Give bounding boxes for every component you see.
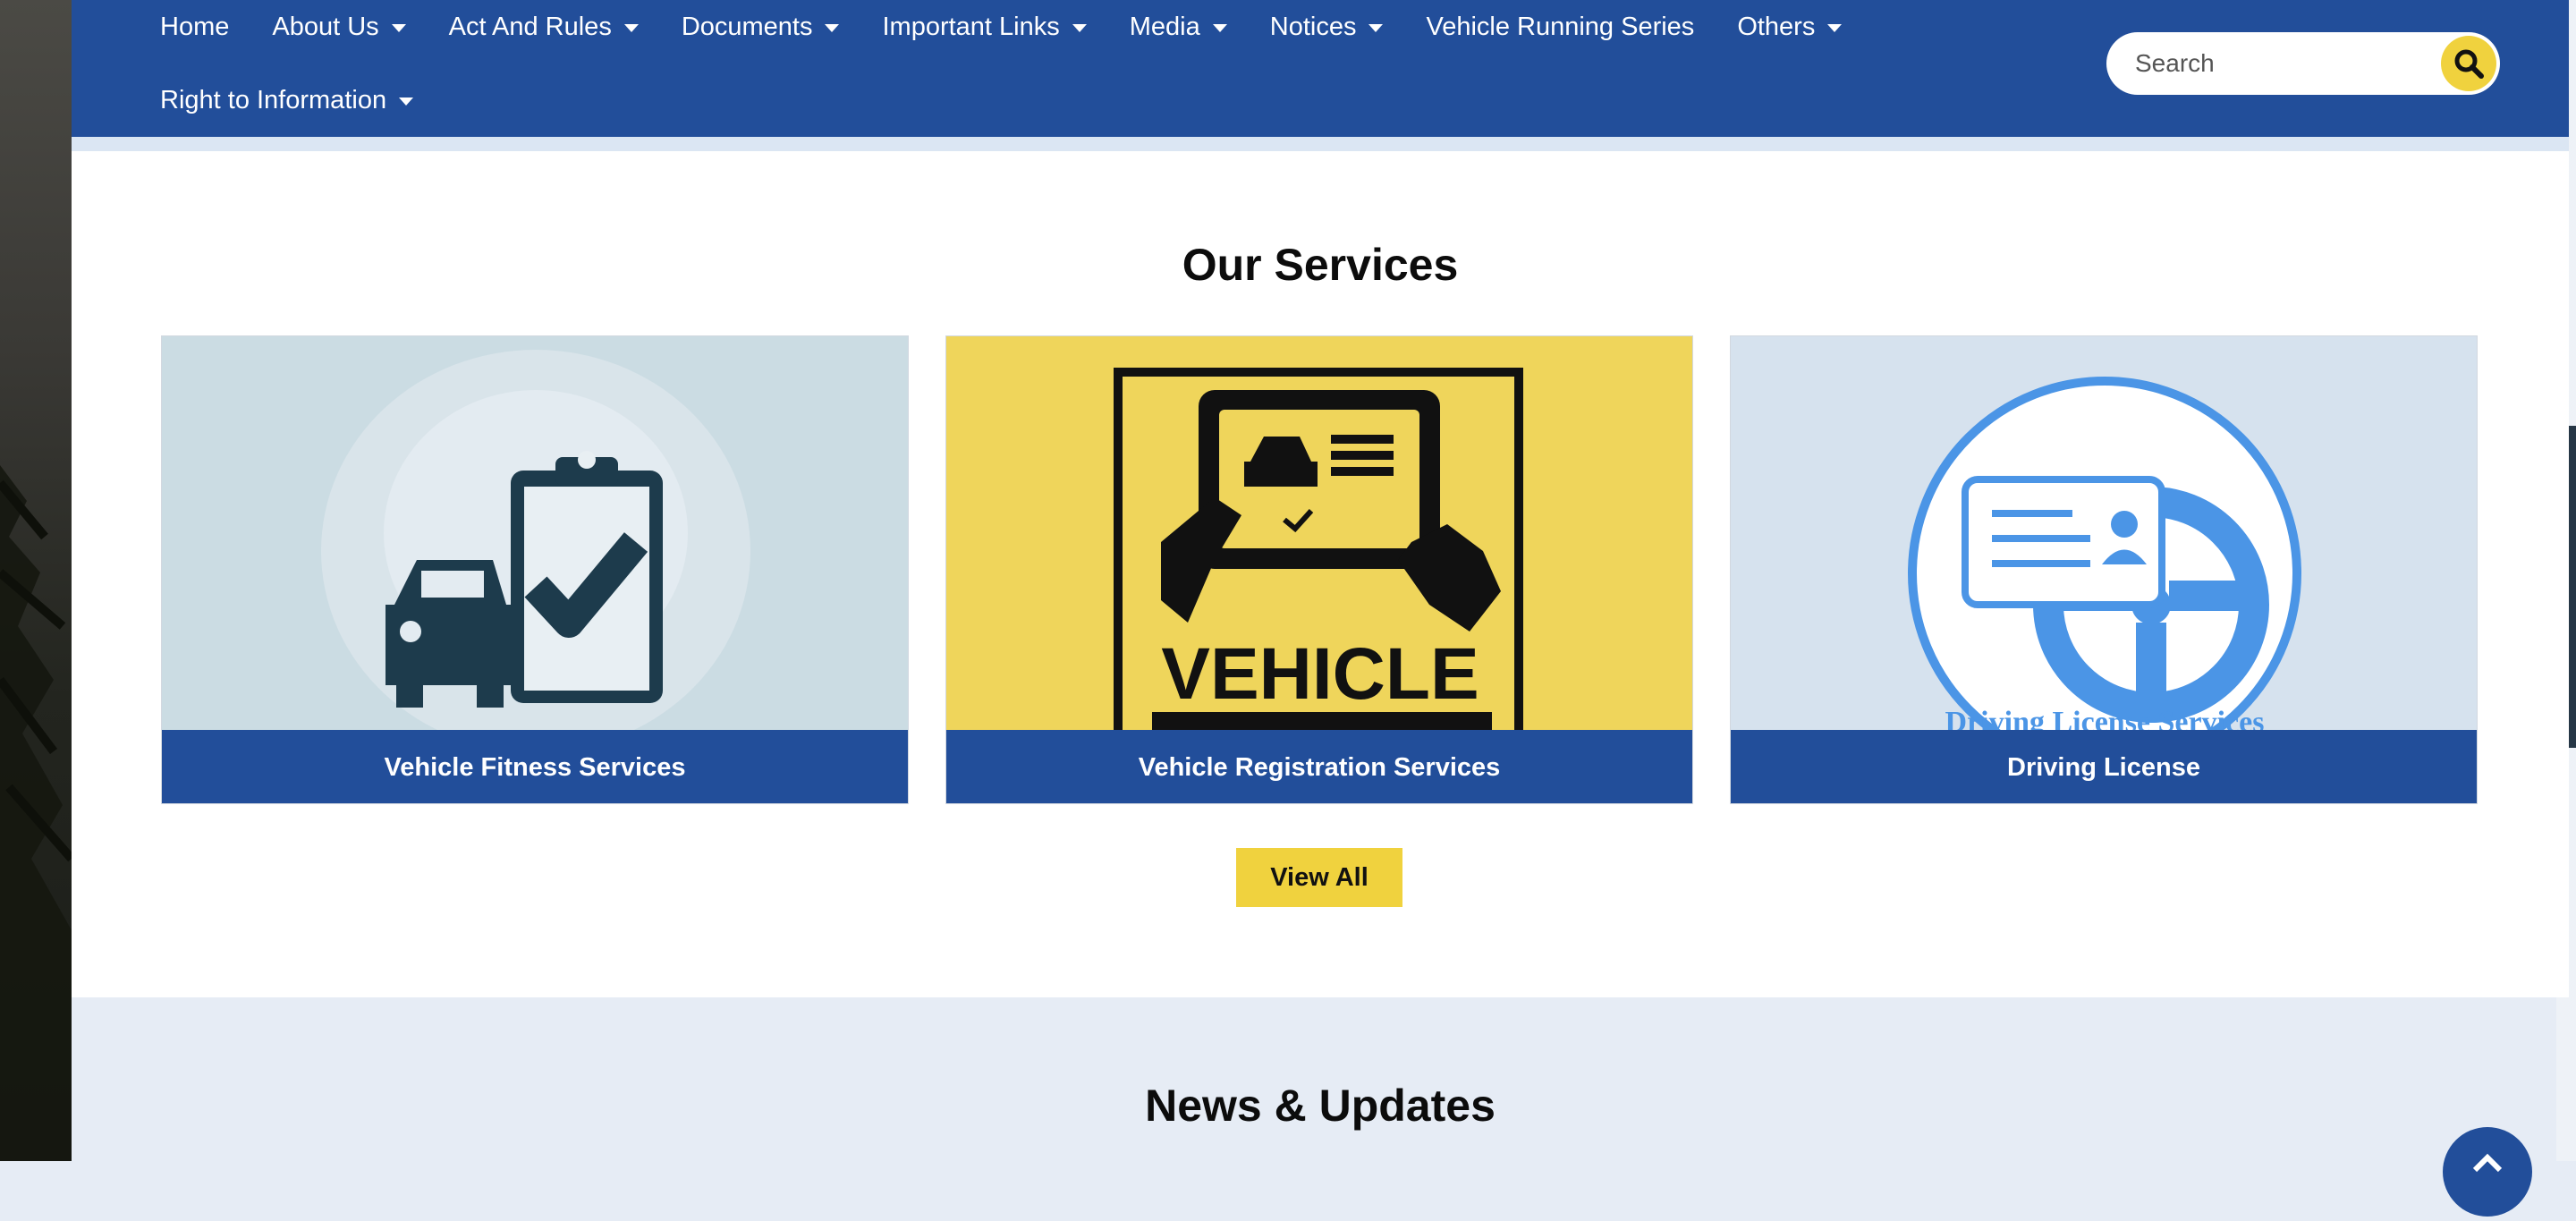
- service-card-driving-license[interactable]: Driving License Services Driving License: [1730, 335, 2478, 804]
- news-section-title: News & Updates: [1145, 1081, 1496, 1131]
- car-clipboard-check-icon: [321, 350, 750, 730]
- services-section: Our Services Vehicle Fitness Services VE…: [72, 151, 2569, 997]
- registration-image-text: VEHICLE: [1161, 633, 1479, 715]
- service-card-image: Driving License Services: [1731, 336, 2477, 730]
- service-card-caption: Driving License: [1731, 730, 2477, 803]
- nav-item-about-us[interactable]: About Us: [272, 12, 406, 42]
- main-navbar: Home About Us Act And Rules Documents Im…: [72, 0, 2569, 137]
- nav-item-others[interactable]: Others: [1737, 12, 1843, 42]
- caret-down-icon: [1212, 23, 1227, 32]
- nav-label: Home: [160, 12, 230, 41]
- chevron-up-icon: [2472, 1153, 2503, 1173]
- service-card-image: VEHICLE: [946, 336, 1692, 730]
- caret-down-icon: [391, 23, 406, 32]
- view-all-button[interactable]: View All: [1236, 848, 1402, 907]
- service-card-vehicle-fitness[interactable]: Vehicle Fitness Services: [161, 335, 909, 804]
- nav-label: Act And Rules: [448, 12, 612, 41]
- nav-label: About Us: [272, 12, 379, 41]
- nav-item-documents[interactable]: Documents: [682, 13, 840, 42]
- nav-label: Important Links: [882, 12, 1060, 41]
- background-photo-strip: [0, 0, 72, 1161]
- vehicle-registration-icon: VEHICLE: [1114, 368, 1523, 730]
- license-image-text: Driving License Services: [1945, 706, 2265, 730]
- nav-item-vehicle-running-series[interactable]: Vehicle Running Series: [1426, 13, 1694, 42]
- service-card-image: [162, 336, 908, 730]
- nav-label: Documents: [681, 12, 813, 41]
- nav-item-notices[interactable]: Notices: [1270, 13, 1384, 42]
- nav-label: Notices: [1269, 12, 1357, 41]
- caret-down-icon: [1368, 23, 1384, 32]
- nav-item-important-links[interactable]: Important Links: [882, 12, 1087, 42]
- nav-item-home[interactable]: Home: [160, 13, 229, 42]
- nav-item-media[interactable]: Media: [1130, 13, 1227, 42]
- service-card-vehicle-registration[interactable]: VEHICLE Vehicle Registration Services: [945, 335, 1693, 804]
- caret-down-icon: [1827, 23, 1843, 32]
- search-input[interactable]: [2133, 48, 2423, 79]
- nav-label: Others: [1737, 12, 1816, 41]
- scroll-to-top-button[interactable]: [2443, 1127, 2532, 1217]
- search-icon: [2454, 49, 2484, 79]
- license-steering-icon: Driving License Services: [1908, 377, 2301, 730]
- nav-divider: [72, 137, 2569, 151]
- nav-label: Vehicle Running Series: [1426, 12, 1695, 41]
- nav-row-2: Right to Information: [160, 82, 456, 118]
- nav-row-1: Home About Us Act And Rules Documents Im…: [160, 9, 1885, 45]
- caret-down-icon: [623, 23, 639, 32]
- nav-label: Media: [1129, 12, 1200, 41]
- caret-down-icon: [1072, 23, 1087, 32]
- nav-label: Right to Information: [160, 85, 387, 114]
- section-title: Our Services: [1182, 240, 1459, 290]
- search-button[interactable]: [2441, 36, 2496, 91]
- nav-item-act-and-rules[interactable]: Act And Rules: [449, 13, 639, 42]
- service-card-caption: Vehicle Registration Services: [946, 730, 1692, 803]
- page: Home About Us Act And Rules Documents Im…: [72, 0, 2569, 1217]
- caret-down-icon: [825, 23, 840, 32]
- nav-item-right-to-information[interactable]: Right to Information: [160, 85, 414, 115]
- caret-down-icon: [399, 97, 414, 106]
- search-box: [2106, 32, 2500, 95]
- service-card-caption: Vehicle Fitness Services: [162, 730, 908, 803]
